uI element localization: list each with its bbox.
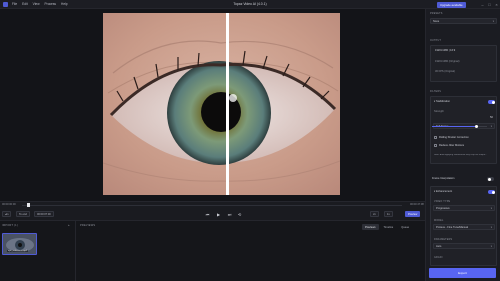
reduce-jitter-label: Reduce Jitter Motions bbox=[439, 144, 465, 147]
export-button[interactable]: Export bbox=[429, 268, 496, 278]
clip-label: eye_reference.mp4 bbox=[7, 250, 28, 252]
panel-tabs: Previews Timeline Queue bbox=[362, 224, 412, 230]
parameters-value: Auto bbox=[436, 244, 442, 248]
model-label: MODEL bbox=[434, 219, 444, 222]
tab-previews[interactable]: Previews bbox=[362, 224, 379, 230]
window-title: Topaz Video AI (4.0.1) bbox=[233, 2, 267, 6]
to-end-button[interactable]: To end bbox=[16, 211, 30, 217]
timeline-start-time: 00:00:00:00 bbox=[2, 203, 16, 206]
add-clip-icon[interactable]: + bbox=[68, 223, 70, 227]
preset-select[interactable]: None ▾ bbox=[430, 18, 497, 24]
resolution-summary[interactable]: 1920×1080 | 16:9 bbox=[435, 49, 455, 52]
chevron-down-icon: ▾ bbox=[490, 244, 492, 248]
strength-slider-fill bbox=[432, 126, 476, 127]
maximize-icon[interactable]: □ bbox=[486, 1, 493, 8]
presets-label: PRESETS bbox=[430, 12, 443, 15]
playhead[interactable] bbox=[27, 203, 30, 207]
speed-select[interactable]: 1x bbox=[384, 211, 393, 217]
menu-help[interactable]: Help bbox=[61, 2, 68, 6]
frame-interpolation-toggle[interactable] bbox=[487, 177, 494, 181]
chevron-down-icon: ▾ bbox=[492, 19, 494, 23]
loop-icon[interactable]: ⟲ bbox=[236, 211, 243, 217]
upgrade-button[interactable]: Upgrade available bbox=[437, 1, 466, 8]
enhancement-box: ▾ Enhancement VIDEO TYPE Progressive ▾ M… bbox=[430, 186, 497, 266]
video-type-select[interactable]: Progressive ▾ bbox=[433, 205, 495, 211]
parameters-label: PARAMETERS bbox=[434, 238, 453, 241]
eye-image bbox=[103, 13, 340, 195]
tab-timeline[interactable]: Timeline bbox=[381, 224, 397, 230]
end-time-field[interactable]: 00:00:07:00 bbox=[34, 211, 54, 217]
reduce-jitter-checkbox[interactable] bbox=[434, 144, 437, 147]
grain-label: GRAIN bbox=[434, 256, 443, 259]
transport-row: ◂ In To end 00:00:07:00 ⏮ ▶ ⏭ ⟲ x1 1x Pr… bbox=[0, 210, 425, 219]
preview-button[interactable]: Preview bbox=[405, 211, 421, 217]
menu-bar: File Edit View Process Help bbox=[12, 2, 68, 6]
menu-view[interactable]: View bbox=[33, 2, 40, 6]
parameters-select[interactable]: Auto ▾ bbox=[433, 243, 495, 249]
timeline-track[interactable] bbox=[22, 205, 402, 206]
menu-process[interactable]: Process bbox=[45, 2, 57, 6]
clip-thumbnail[interactable]: eye_reference.mp4 bbox=[2, 233, 37, 255]
preset-value: None bbox=[433, 19, 440, 23]
rolling-shutter-checkbox[interactable] bbox=[434, 136, 437, 139]
stabilization-box: ▾ Stabilization Strength 50 Full Frame ▾… bbox=[430, 96, 497, 164]
app-logo-icon bbox=[3, 1, 8, 7]
minimize-icon[interactable]: – bbox=[479, 1, 486, 8]
video-type-value: Progressive bbox=[436, 206, 450, 210]
video-type-label: VIDEO TYPE bbox=[434, 200, 451, 203]
strength-slider[interactable] bbox=[432, 125, 487, 128]
previews-panel-title: PREVIEWS bbox=[80, 224, 96, 227]
strength-label: Strength bbox=[434, 110, 444, 113]
app-window: File Edit View Process Help Topaz Video … bbox=[0, 0, 500, 281]
chevron-down-icon: ▾ bbox=[490, 206, 492, 210]
menu-file[interactable]: File bbox=[12, 2, 17, 6]
model-value: Proteus - Fine Tune/Manual bbox=[436, 225, 469, 229]
output-resolution[interactable]: 1920×1080 (Original) bbox=[435, 60, 459, 63]
timeline-end-time: 00:00:47:08 bbox=[410, 203, 424, 206]
bottom-area: IMPORT (1) + eye_reference.mp4 PREVIEWS … bbox=[0, 220, 425, 281]
frame-interpolation-label: Frame Interpolation bbox=[432, 177, 455, 180]
filters-label: FILTERS bbox=[430, 90, 442, 93]
chevron-down-icon: ▾ bbox=[490, 124, 492, 128]
strength-value[interactable]: 50 bbox=[490, 116, 493, 119]
model-select[interactable]: Proteus - Fine Tune/Manual ▾ bbox=[433, 224, 495, 230]
menu-edit[interactable]: Edit bbox=[22, 2, 28, 6]
zoom-select[interactable]: x1 bbox=[370, 211, 379, 217]
next-frame-icon[interactable]: ⏭ bbox=[226, 211, 233, 217]
in-point-button[interactable]: ◂ In bbox=[2, 211, 12, 217]
import-panel: IMPORT (1) + eye_reference.mp4 bbox=[0, 221, 76, 281]
output-box: 1920×1080 | 16:9 1920×1080 (Original) 30… bbox=[430, 45, 497, 82]
timeline-bar: 00:00:00:00 00:00:47:08 ◂ In To end 00:0… bbox=[0, 201, 425, 220]
preview-frame[interactable] bbox=[103, 13, 340, 195]
stabilization-toggle[interactable] bbox=[488, 100, 495, 104]
enhancement-toggle[interactable] bbox=[488, 190, 495, 194]
stabilization-title: ▾ Stabilization bbox=[434, 100, 451, 103]
stabilization-note: Note: Auto-applying stabilization may cr… bbox=[434, 154, 487, 156]
output-label: OUTPUT bbox=[430, 39, 442, 42]
title-bar: File Edit View Process Help Topaz Video … bbox=[0, 0, 500, 9]
import-panel-title: IMPORT (1) bbox=[2, 224, 18, 227]
rolling-shutter-label: Rolling Shutter Correction bbox=[439, 136, 469, 139]
settings-sidebar: PRESETS None ▾ OUTPUT 1920×1080 | 16:9 1… bbox=[425, 9, 500, 281]
prev-frame-icon[interactable]: ⏮ bbox=[204, 211, 211, 217]
close-icon[interactable]: × bbox=[493, 1, 500, 8]
tab-queue[interactable]: Queue bbox=[398, 224, 412, 230]
strength-slider-knob[interactable] bbox=[474, 125, 478, 128]
enhancement-title: ▾ Enhancement bbox=[434, 190, 453, 193]
chevron-down-icon: ▾ bbox=[490, 225, 492, 229]
split-view-divider[interactable] bbox=[226, 13, 229, 195]
in-label: In bbox=[6, 212, 9, 216]
play-icon[interactable]: ▶ bbox=[215, 211, 222, 217]
output-fps[interactable]: 30 FPS (Original) bbox=[435, 70, 455, 73]
